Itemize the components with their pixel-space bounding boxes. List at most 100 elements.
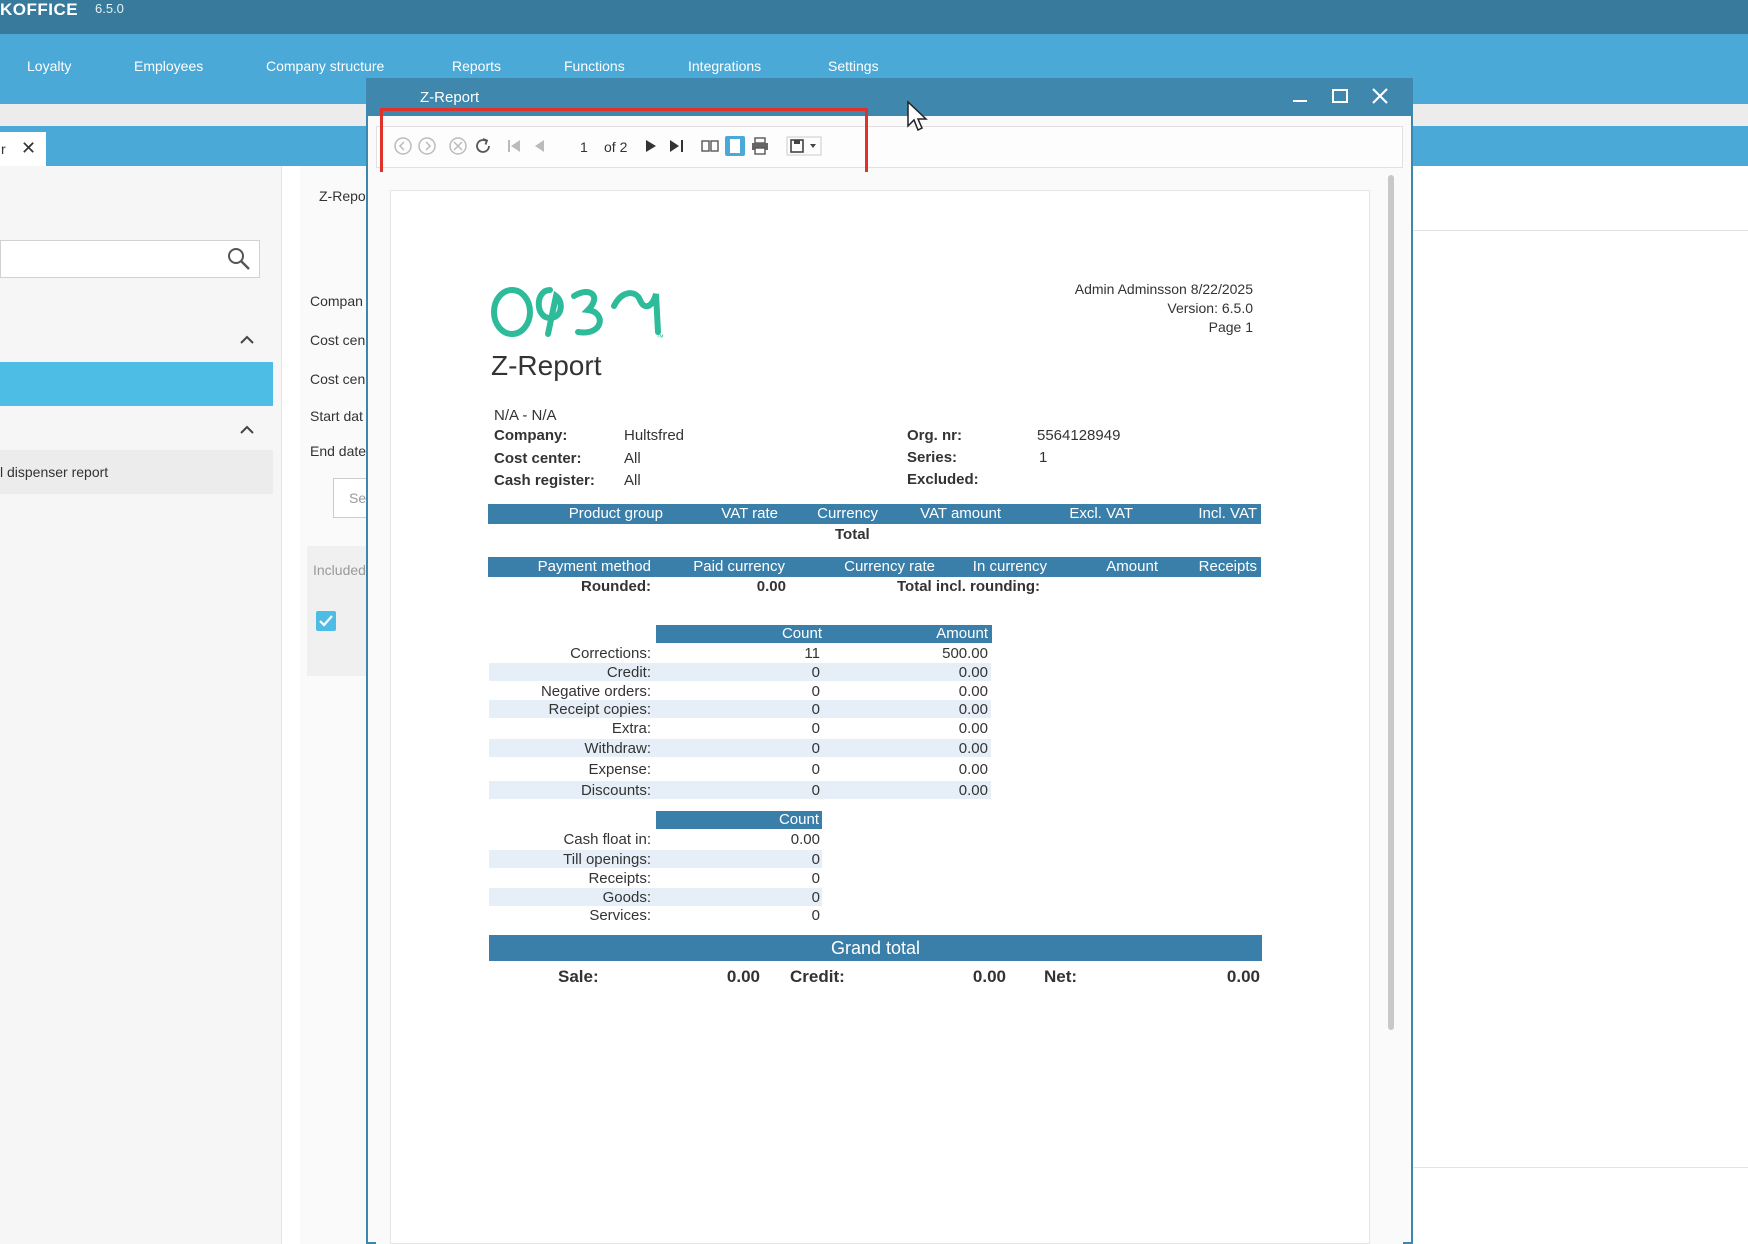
stats-row-count: 0 bbox=[811, 683, 820, 700]
stats-row-amount: 500.00 bbox=[942, 645, 988, 662]
col-in-currency: In currency bbox=[972, 558, 1047, 575]
col-vat-rate: VAT rate bbox=[721, 505, 778, 522]
counts-row-label: Services: bbox=[589, 907, 651, 924]
stats-row-count: 11 bbox=[804, 645, 820, 662]
stats-row-label: Corrections: bbox=[570, 645, 651, 662]
filter-label-end-date: End date bbox=[310, 443, 366, 459]
cash-register-label: Cash register: bbox=[494, 472, 595, 489]
report-na: N/A - N/A bbox=[494, 407, 557, 424]
counts-row-value: 0 bbox=[811, 870, 820, 887]
stats-row-amount: 0.00 bbox=[958, 701, 988, 718]
counts-row-label: Goods: bbox=[602, 889, 651, 906]
divider bbox=[1412, 230, 1748, 231]
stats-row-count: 0 bbox=[811, 701, 820, 718]
nav-employees[interactable]: Employees bbox=[134, 58, 203, 74]
series-label: Series: bbox=[907, 449, 958, 466]
dialog-title: Z-Report bbox=[420, 89, 480, 106]
stats-row-count: 0 bbox=[811, 720, 820, 737]
divider bbox=[1412, 1167, 1748, 1168]
credit-label: Credit: bbox=[790, 967, 845, 986]
stats-row-count: 0 bbox=[811, 740, 820, 757]
net-label: Net: bbox=[1044, 967, 1078, 986]
cost-center-value: All bbox=[624, 450, 641, 467]
stats-row-label: Receipt copies: bbox=[548, 701, 651, 718]
nav-loyalty[interactable]: Loyalty bbox=[27, 58, 71, 74]
report-title: Z-Report bbox=[491, 350, 602, 381]
counts-row-label: Receipts: bbox=[588, 870, 651, 887]
company-label: Company: bbox=[494, 427, 568, 444]
included-header: Included bbox=[313, 562, 366, 578]
stats-row-label: Withdraw: bbox=[584, 740, 651, 757]
report-author-date: Admin Adminsson 8/22/2025 bbox=[1074, 281, 1253, 297]
col-vat-amount: VAT amount bbox=[920, 505, 1001, 522]
rounded-value: 0.00 bbox=[756, 578, 786, 595]
stats-count-header: Count bbox=[781, 625, 822, 642]
rounded-label: Rounded: bbox=[581, 578, 651, 595]
minimize-icon[interactable] bbox=[1290, 86, 1310, 106]
chevron-up-icon[interactable] bbox=[238, 334, 256, 346]
tab-close-icon[interactable]: ✕ bbox=[21, 138, 36, 159]
product-table-header: Product group VAT rate Currency VAT amou… bbox=[488, 504, 1261, 524]
chevron-up-icon[interactable] bbox=[238, 424, 256, 436]
counts-row-value: 0.00 bbox=[790, 831, 820, 848]
tab-current-label: r bbox=[1, 141, 6, 157]
filter-label-cost-center-2: Cost cen bbox=[310, 371, 366, 387]
col-currency: Currency bbox=[817, 505, 878, 522]
col-product-group: Product group bbox=[568, 505, 663, 522]
nav-integrations[interactable]: Integrations bbox=[688, 58, 761, 74]
report-page-label: Page 1 bbox=[1208, 319, 1253, 335]
sale-label: Sale: bbox=[558, 967, 599, 986]
net-value: 0.00 bbox=[1226, 967, 1260, 986]
nav-reports[interactable]: Reports bbox=[452, 58, 501, 74]
nav-company-structure[interactable]: Company structure bbox=[266, 58, 384, 74]
left-list-item-label: l dispenser report bbox=[0, 464, 109, 480]
maximize-icon[interactable] bbox=[1330, 86, 1350, 106]
col-payment-method: Payment method bbox=[537, 558, 651, 575]
stats-row-label: Negative orders: bbox=[540, 683, 651, 700]
series-value: 1 bbox=[1039, 449, 1048, 466]
filter-panel-title: Z-Repo bbox=[319, 188, 366, 204]
left-selected-item[interactable] bbox=[0, 362, 273, 406]
stats-row-label: Discounts: bbox=[580, 782, 651, 799]
counts-row-value: 0 bbox=[811, 907, 820, 924]
mouse-cursor-icon bbox=[907, 100, 928, 132]
filter-label-start-date: Start dat bbox=[310, 408, 363, 424]
filter-label-company: Compan bbox=[310, 293, 363, 309]
col-amount: Amount bbox=[1106, 558, 1158, 575]
company-value: Hultsfred bbox=[624, 427, 685, 444]
app-name: KOFFICE bbox=[0, 0, 79, 19]
app-title-bar bbox=[0, 0, 1748, 34]
filter-panel bbox=[300, 166, 370, 1244]
cash-register-value: All bbox=[624, 472, 641, 489]
search-button-label: Se bbox=[349, 490, 367, 506]
counts-row-value: 0 bbox=[811, 851, 820, 868]
close-icon[interactable] bbox=[1370, 86, 1390, 106]
col-paid-currency: Paid currency bbox=[693, 558, 785, 575]
left-panel bbox=[0, 166, 282, 1244]
stats-row-label: Expense: bbox=[588, 761, 651, 778]
col-incl-vat: Incl. VAT bbox=[1198, 505, 1257, 522]
stats-row-count: 0 bbox=[811, 782, 820, 799]
stats-row-amount: 0.00 bbox=[958, 683, 988, 700]
org-nr-value: 5564128949 bbox=[1037, 427, 1121, 444]
search-input[interactable] bbox=[0, 240, 260, 278]
report-scrollbar[interactable] bbox=[1388, 175, 1394, 1030]
stats-row-amount: 0.00 bbox=[958, 740, 988, 757]
col-receipts: Receipts bbox=[1198, 558, 1257, 575]
nav-settings[interactable]: Settings bbox=[828, 58, 879, 74]
stats-row-amount: 0.00 bbox=[958, 761, 988, 778]
cost-center-label: Cost center: bbox=[494, 450, 582, 467]
included-checkbox[interactable] bbox=[316, 611, 336, 631]
nav-functions[interactable]: Functions bbox=[564, 58, 625, 74]
filter-label-cost-center: Cost cen bbox=[310, 332, 366, 348]
sale-value: 0.00 bbox=[726, 967, 760, 986]
stats-row-count: 0 bbox=[811, 664, 820, 681]
org-nr-label: Org. nr: bbox=[907, 427, 962, 444]
counts-row-value: 0 bbox=[811, 889, 820, 906]
stats-row-label: Credit: bbox=[606, 664, 651, 681]
product-total: Total bbox=[835, 526, 870, 543]
counts-row-label: Till openings: bbox=[563, 851, 651, 868]
stats-row-amount: 0.00 bbox=[958, 720, 988, 737]
search-icon[interactable] bbox=[226, 246, 252, 272]
stats-row-label: Extra: bbox=[611, 720, 651, 737]
